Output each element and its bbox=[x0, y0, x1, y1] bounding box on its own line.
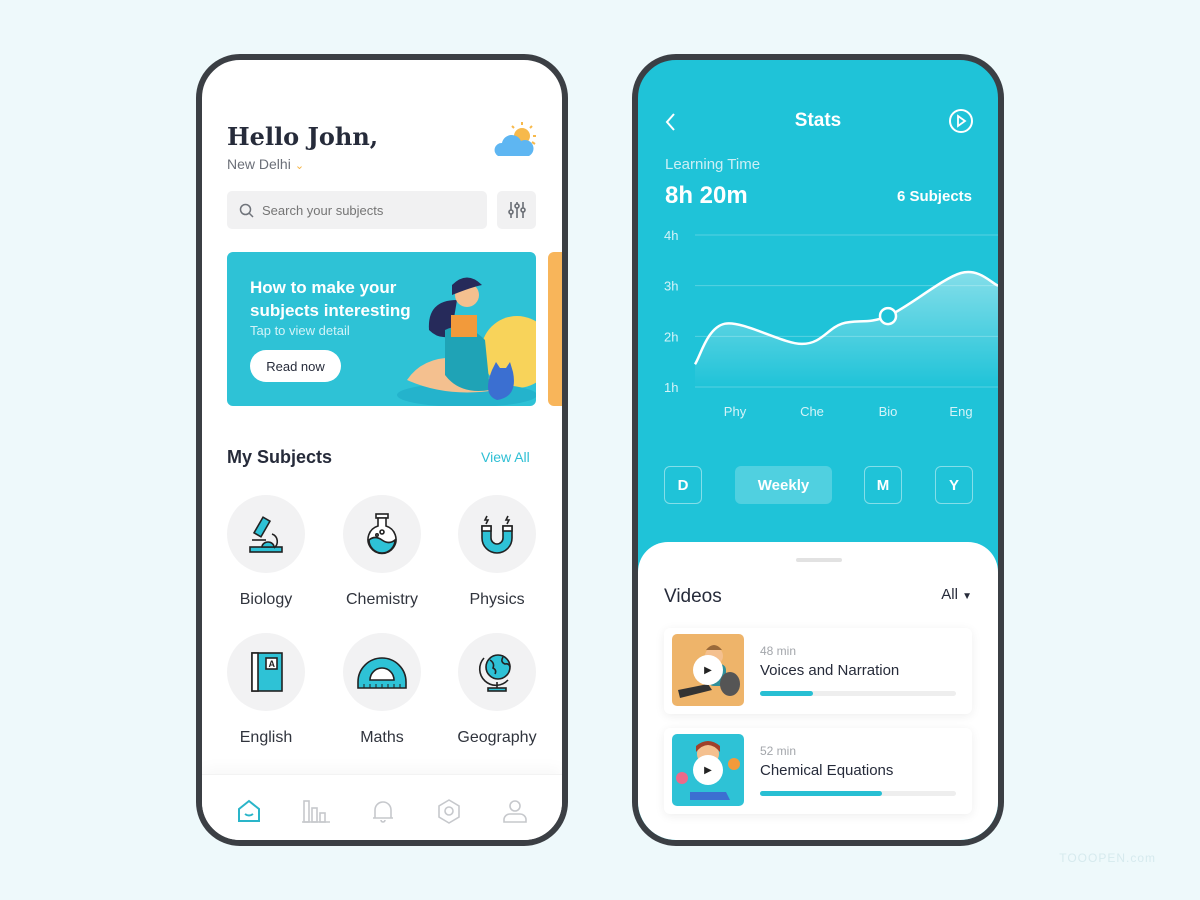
subject-label: Biology bbox=[239, 591, 293, 608]
sliders-icon bbox=[507, 202, 526, 218]
video-card[interactable]: ▶ 48 min Voices and Narration bbox=[664, 628, 972, 714]
videos-title: Videos bbox=[664, 586, 722, 607]
flask-icon bbox=[367, 513, 397, 555]
next-banner-peek[interactable] bbox=[548, 252, 562, 406]
learning-time-label: Learning Time bbox=[665, 156, 761, 173]
period-y-button[interactable]: Y bbox=[935, 466, 973, 504]
featured-banner[interactable]: How to make your subjects interesting Ta… bbox=[227, 252, 536, 406]
learning-time-chart: 1h 2h 3h 4h Phy Che Bio Eng bbox=[664, 230, 998, 419]
play-icon: ▶ bbox=[704, 764, 712, 776]
read-now-button[interactable]: Read now bbox=[250, 350, 341, 382]
highlight-point[interactable] bbox=[878, 306, 898, 326]
location-selector[interactable]: New Delhi ⌄ bbox=[227, 156, 304, 172]
learning-time-value: 8h 20m bbox=[665, 182, 748, 209]
video-card[interactable]: ▶ 52 min Chemical Equations bbox=[664, 728, 972, 814]
chevron-down-icon: ⌄ bbox=[294, 160, 305, 172]
play-circle-icon[interactable] bbox=[948, 108, 974, 134]
subject-label: Chemistry bbox=[345, 591, 418, 608]
progress-fill bbox=[760, 691, 813, 696]
subject-label: Physics bbox=[469, 591, 525, 608]
bell-icon[interactable] bbox=[370, 798, 396, 824]
x-tick-label: Eng bbox=[949, 404, 972, 419]
y-tick-label: 2h bbox=[664, 329, 678, 344]
home-screen: Hello John, New Delhi⌄ How to make your … bbox=[196, 54, 568, 846]
microscope-icon bbox=[249, 516, 283, 553]
svg-text:A: A bbox=[269, 659, 276, 669]
filter-dropdown[interactable]: All ▼ bbox=[941, 586, 972, 603]
play-button[interactable]: ▶ bbox=[693, 655, 723, 685]
video-thumbnail: ▶ bbox=[672, 734, 744, 806]
screen-title: Stats bbox=[794, 110, 842, 131]
subject-label: English bbox=[239, 729, 293, 746]
video-progress bbox=[760, 691, 956, 696]
settings-icon[interactable] bbox=[436, 798, 462, 824]
search-icon bbox=[239, 203, 254, 218]
y-tick-label: 1h bbox=[664, 380, 678, 395]
subject-label: Maths bbox=[360, 729, 404, 746]
magnet-icon bbox=[481, 515, 513, 554]
drag-handle[interactable] bbox=[796, 558, 842, 562]
progress-fill bbox=[760, 791, 882, 796]
caret-down-icon: ▼ bbox=[962, 591, 972, 602]
search-input[interactable] bbox=[262, 202, 462, 218]
watermark: TOOOPEN.com bbox=[1059, 851, 1156, 865]
banner-subtitle: Tap to view detail bbox=[250, 323, 350, 338]
x-tick-label: Phy bbox=[724, 404, 747, 419]
subject-english[interactable]: A English bbox=[211, 633, 321, 747]
filter-label: All bbox=[941, 586, 958, 603]
protractor-icon bbox=[357, 657, 407, 689]
subject-physics[interactable]: Physics bbox=[442, 495, 552, 609]
book-icon: A bbox=[251, 652, 283, 692]
video-thumbnail: ▶ bbox=[672, 634, 744, 706]
video-title: Voices and Narration bbox=[760, 662, 900, 679]
filter-button[interactable] bbox=[497, 191, 536, 229]
play-button[interactable]: ▶ bbox=[693, 755, 723, 785]
play-icon: ▶ bbox=[704, 664, 712, 676]
x-tick-label: Che bbox=[800, 404, 824, 419]
video-duration: 52 min bbox=[760, 744, 797, 758]
profile-icon[interactable] bbox=[502, 798, 528, 824]
girl-reading-illustration bbox=[397, 277, 536, 406]
period-d-button[interactable]: D bbox=[664, 466, 702, 504]
area-fill bbox=[695, 271, 998, 387]
period-m-button[interactable]: M bbox=[864, 466, 902, 504]
video-duration: 48 min bbox=[760, 644, 797, 658]
stats-icon[interactable] bbox=[302, 798, 330, 824]
subject-geography[interactable]: Geography bbox=[442, 633, 552, 747]
video-progress bbox=[760, 791, 956, 796]
stats-screen: Stats Learning Time 8h 20m 6 Subjects 1h… bbox=[632, 54, 1004, 846]
globe-icon bbox=[478, 654, 511, 692]
videos-sheet: Videos All ▼ ▶ 48 min Voices and Narrati… bbox=[638, 542, 998, 840]
subject-biology[interactable]: Biology bbox=[211, 495, 321, 609]
home-icon[interactable] bbox=[236, 798, 262, 824]
location-label: New Delhi bbox=[227, 156, 291, 172]
subject-maths[interactable]: Maths bbox=[327, 633, 437, 747]
subject-label: Geography bbox=[457, 729, 537, 746]
greeting: Hello John, bbox=[227, 122, 379, 151]
period-weekly-button[interactable]: Weekly bbox=[735, 466, 832, 504]
section-title: My Subjects bbox=[227, 447, 333, 467]
search-bar[interactable] bbox=[227, 191, 487, 229]
y-tick-label: 4h bbox=[664, 230, 678, 243]
y-tick-label: 3h bbox=[664, 279, 678, 294]
bottom-nav bbox=[202, 774, 562, 840]
sun-cloud-icon bbox=[494, 122, 536, 156]
video-title: Chemical Equations bbox=[760, 762, 894, 779]
x-tick-label: Bio bbox=[879, 404, 898, 419]
subjects-count: 6 Subjects bbox=[896, 188, 972, 205]
view-all-link[interactable]: View All bbox=[481, 449, 530, 465]
subject-chemistry[interactable]: Chemistry bbox=[327, 495, 437, 609]
